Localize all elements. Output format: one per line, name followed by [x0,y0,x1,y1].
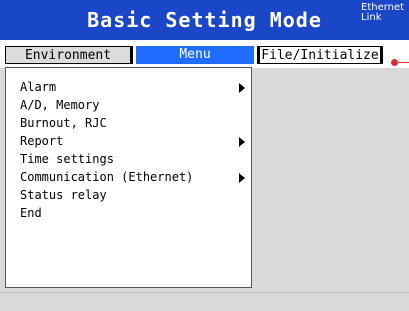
menu-item-burnout-rjc[interactable]: Burnout, RJC [20,114,245,132]
menu-item-label: End [20,206,42,220]
menu-item-report[interactable]: Report [20,132,245,150]
menu-item-label: Time settings [20,152,114,166]
submenu-arrow-icon [239,83,245,93]
tab-file-initialize[interactable]: File/Initialize [257,46,383,64]
title-bar: Basic Setting Mode Ethernet Link [0,0,409,40]
menu-panel: Alarm A/D, Memory Burnout, RJC Report Ti… [5,67,252,288]
submenu-arrow-icon [239,173,245,183]
menu-item-label: Status relay [20,188,107,202]
tab-menu[interactable]: Menu [136,46,254,64]
submenu-arrow-icon [239,137,245,147]
menu-item-ad-memory[interactable]: A/D, Memory [20,96,245,114]
menu-item-label: Burnout, RJC [20,116,107,130]
link-label: Link [361,12,382,23]
menu-item-end[interactable]: End [20,204,245,222]
menu-item-communication-ethernet[interactable]: Communication (Ethernet) [20,168,245,186]
status-bar [0,292,409,311]
menu-item-time-settings[interactable]: Time settings [20,150,245,168]
menu-item-alarm[interactable]: Alarm [20,78,245,96]
ethernet-link-status: Ethernet Link [361,3,407,23]
menu-item-label: Report [20,134,64,148]
scroll-indicator-icon [391,59,409,67]
page-title: Basic Setting Mode [87,8,322,32]
menu-item-label: Communication (Ethernet) [20,170,194,184]
tab-environment[interactable]: Environment [5,46,133,64]
menu-item-label: Alarm [20,80,57,94]
menu-item-label: A/D, Memory [20,98,100,112]
menu-item-status-relay[interactable]: Status relay [20,186,245,204]
setting-screen: Basic Setting Mode Ethernet Link Environ… [0,0,409,311]
tab-bar: Environment Menu File/Initialize [0,40,409,68]
